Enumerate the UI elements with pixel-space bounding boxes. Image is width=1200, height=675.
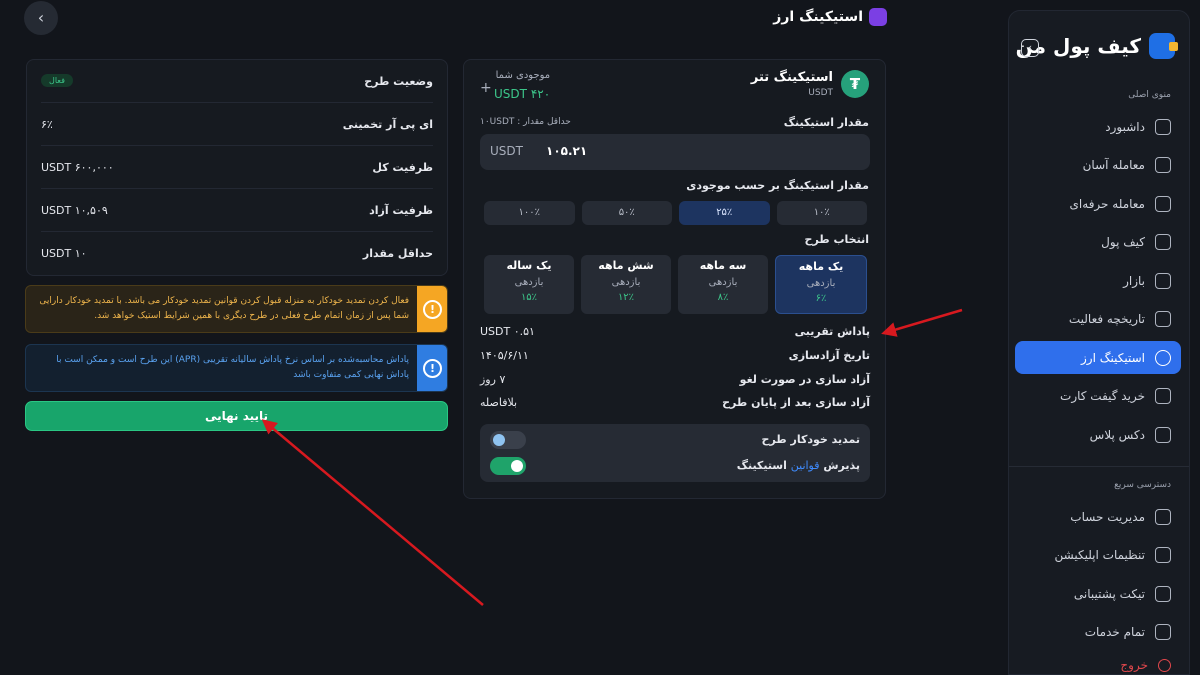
- staking-card: ₮ استیکینگ تتر USDT موجودی شما ۴۲۰ USDT …: [463, 59, 886, 499]
- coins-icon: [1155, 195, 1171, 212]
- toggles-box: تمدید خودکار طرح پذیرش قوانین استیکینگ: [480, 424, 870, 482]
- amount-label: مقدار استیکینگ: [783, 116, 869, 129]
- percent-100-button[interactable]: ۱۰۰٪: [484, 201, 575, 225]
- accept-rules-toggle[interactable]: [490, 457, 526, 475]
- sidebar-item-staking[interactable]: استیکینگ ارز: [1015, 341, 1181, 374]
- page-title: استیکینگ ارز: [773, 8, 887, 26]
- chevron-left-icon: ‹: [37, 8, 45, 27]
- collapse-sidebar-button[interactable]: ›: [1021, 39, 1039, 57]
- toggle-knob: [493, 434, 505, 446]
- percent-10-button[interactable]: ۱۰٪: [776, 201, 867, 225]
- sidebar-item-settings[interactable]: تنظیمات اپلیکیشن: [1015, 539, 1181, 572]
- quick-access-title: دسترسی سریع: [1114, 480, 1171, 490]
- sidebar-divider: [1009, 466, 1189, 467]
- toggle-knob: [511, 460, 523, 472]
- detail-cancel-release: آزاد سازی در صورت لغو ۷ روز: [480, 373, 870, 386]
- main-menu: داشبورد معامله آسان معامله حرفه‌ای کیف پ…: [1015, 110, 1181, 457]
- sidebar-item-history[interactable]: تاریخچه فعالیت: [1015, 303, 1181, 336]
- accept-rules-row: پذیرش قوانین استیکینگ: [490, 457, 860, 475]
- sidebar-item-dex-plus[interactable]: دکس پلاس: [1015, 418, 1181, 451]
- coin-header: ₮ استیکینگ تتر USDT: [751, 70, 869, 98]
- main-menu-title: منوی اصلی: [1128, 90, 1171, 100]
- staking-coin-icon: [869, 8, 887, 26]
- apr-info: ! پاداش محاسبه‌شده بر اساس نرخ پاداش سال…: [25, 344, 448, 392]
- brand-logo-icon: [1149, 33, 1178, 59]
- plan-label: انتخاب طرح: [804, 233, 869, 246]
- auto-renew-warning: ! فعال کردن تمدید خودکار به منزله قبول ک…: [25, 285, 448, 333]
- sidebar-item-easy-trade[interactable]: معامله آسان: [1015, 149, 1181, 182]
- back-button[interactable]: ‹: [24, 1, 58, 35]
- add-balance-icon[interactable]: +: [480, 80, 492, 96]
- plan-six-months[interactable]: شش ماهه بازدهی ۱۲٪: [581, 255, 671, 314]
- arrow-to-confirm: [261, 419, 484, 606]
- plan-one-year[interactable]: یک ساله بازدهی ۱۵٪: [484, 255, 574, 314]
- warning-icon: !: [423, 300, 442, 319]
- tether-icon: ₮: [841, 70, 869, 98]
- percent-25-button[interactable]: ۲۵٪: [679, 201, 770, 225]
- percent-50-button[interactable]: ۵۰٪: [581, 201, 672, 225]
- grid-icon: [1155, 118, 1171, 135]
- sliders-icon: [1155, 547, 1171, 563]
- status-badge: فعال: [41, 74, 73, 87]
- info-icon: !: [423, 359, 442, 378]
- rules-link[interactable]: قوانین: [791, 459, 820, 472]
- sidebar-item-dashboard[interactable]: داشبورد: [1015, 110, 1181, 143]
- summary-status: وضعیت طرح فعال: [41, 60, 433, 103]
- auto-renew-row: تمدید خودکار طرح: [490, 431, 860, 449]
- arrow-to-reward: [881, 308, 963, 337]
- plan-three-months[interactable]: سه ماهه بازدهی ۸٪: [678, 255, 768, 314]
- detail-reward: پاداش تقریبی ۰.۵۱ USDT: [480, 325, 870, 338]
- sidebar-item-gift-card[interactable]: خرید گیفت کارت: [1015, 380, 1181, 413]
- summary-total-capacity: ظرفیت کل ۶۰۰,۰۰۰ USDT: [41, 146, 433, 189]
- sidebar-item-account[interactable]: مدیریت حساب: [1015, 500, 1181, 533]
- gift-icon: [1155, 388, 1171, 404]
- quick-menu: مدیریت حساب تنظیمات اپلیکیشن تیکت پشتیبا…: [1015, 500, 1181, 675]
- plan-summary: وضعیت طرح فعال ای پی آر تخمینی ۶٪ ظرفیت …: [26, 59, 448, 276]
- swap-icon: [1155, 426, 1171, 443]
- by-balance-label: مقدار استیکینگ بر حسب موجودی: [686, 179, 869, 192]
- sidebar-item-all-services[interactable]: تمام خدمات: [1015, 616, 1181, 649]
- confirm-button[interactable]: تایید نهایی: [25, 401, 448, 431]
- percent-options: ۱۰۰٪ ۵۰٪ ۲۵٪ ۱۰٪: [484, 201, 867, 225]
- wallet-icon: [1155, 234, 1171, 250]
- summary-free-capacity: ظرفیت آزاد ۱۰,۵۰۹ USDT: [41, 189, 433, 232]
- staking-amount-input[interactable]: USDT ۱۰۵.۲۱: [480, 134, 870, 170]
- calendar-icon: [1155, 311, 1171, 327]
- chart-icon: [1155, 272, 1171, 289]
- summary-apr: ای پی آر تخمینی ۶٪: [41, 103, 433, 146]
- summary-min-amount: حداقل مقدار ۱۰ USDT: [41, 247, 433, 260]
- min-amount-note: حداقل مقدار : ۱۰USDT: [480, 117, 571, 127]
- detail-release-date: تاریخ آزادسازی ۱۴۰۵/۶/۱۱: [480, 349, 870, 362]
- logout-icon: [1158, 658, 1171, 672]
- detail-end-release: آزاد سازی بعد از پایان طرح بلافاصله: [480, 396, 870, 409]
- exchange-icon: [1155, 157, 1171, 173]
- auto-renew-toggle[interactable]: [490, 431, 526, 449]
- sidebar: کیف پول من › منوی اصلی داشبورد معامله آس…: [1008, 10, 1190, 675]
- sidebar-item-support[interactable]: تیکت پشتیبانی: [1015, 577, 1181, 610]
- id-card-icon: [1155, 508, 1171, 525]
- sidebar-item-logout[interactable]: خروج: [1015, 654, 1181, 675]
- brand[interactable]: کیف پول من: [1016, 33, 1178, 59]
- plan-one-month[interactable]: یک ماهه بازدهی ۶٪: [775, 255, 867, 314]
- support-24-icon: [1155, 585, 1171, 602]
- apps-icon: [1155, 624, 1171, 640]
- sidebar-item-wallet[interactable]: کیف پول: [1015, 226, 1181, 259]
- plan-options: یک ساله بازدهی ۱۵٪ شش ماهه بازدهی ۱۲٪ سه…: [484, 255, 867, 314]
- sidebar-item-pro-trade[interactable]: معامله حرفه‌ای: [1015, 187, 1181, 220]
- balance: موجودی شما ۴۲۰ USDT: [494, 70, 551, 101]
- sidebar-item-market[interactable]: بازار: [1015, 264, 1181, 297]
- staking-icon: [1155, 349, 1171, 366]
